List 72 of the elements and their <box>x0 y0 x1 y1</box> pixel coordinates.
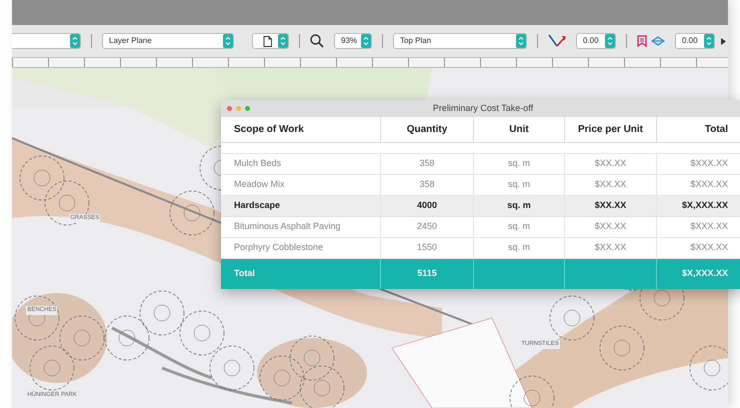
tree-symbol <box>20 156 64 200</box>
table-cell-text: 1550 <box>416 241 438 254</box>
table-cell-text: $XXX.XX <box>690 241 728 254</box>
table-cell-text: 4000 <box>416 199 438 212</box>
table-cell-text: $X,XXX.XX <box>682 267 728 280</box>
column-header[interactable]: Scope of Work <box>221 117 381 142</box>
table-cell-text: $XXX.XX <box>690 220 728 234</box>
offset-field[interactable]: 0.00 <box>675 33 715 49</box>
column-header[interactable]: Quantity <box>381 117 474 142</box>
table-cell-text: $XX.XX <box>594 199 626 212</box>
table-cell-text: $X,XXX.XX <box>682 199 728 212</box>
minimize-button[interactable] <box>236 106 241 111</box>
table-cell-text: sq. m <box>508 241 530 254</box>
table-cell-text: $XX.XX <box>594 157 626 170</box>
table-cell-text: 5115 <box>417 267 437 280</box>
tree-symbol <box>550 296 594 340</box>
shape-icon[interactable] <box>637 35 647 47</box>
tree-symbol <box>30 346 74 390</box>
table-cell-text: Mulch Beds <box>234 157 282 170</box>
table-cell-text: 2450 <box>416 220 438 234</box>
tree-symbol <box>290 336 334 380</box>
table-cell-text: Bituminous Asphalt Paving <box>234 220 341 234</box>
stepper-icon[interactable] <box>605 34 615 48</box>
column-header[interactable]: Unit <box>474 117 565 142</box>
tree-symbol <box>690 346 728 390</box>
table-cell-text: $XXX.XX <box>690 157 728 170</box>
page-select[interactable] <box>252 33 289 49</box>
tree-symbol <box>300 366 344 408</box>
tree-symbol <box>104 316 150 360</box>
table-cell-text: sq. m <box>508 157 530 170</box>
tree-symbol <box>170 190 214 236</box>
more-arrow-icon[interactable] <box>721 38 726 44</box>
stepper-icon[interactable] <box>278 34 288 48</box>
table-cell-text: $XX.XX <box>594 241 626 254</box>
column-header[interactable]: Price per Unit <box>565 117 657 142</box>
plane-icon[interactable] <box>651 36 665 46</box>
stepper-icon[interactable] <box>223 34 233 48</box>
table-cell-text: sq. m <box>507 199 531 212</box>
tree-symbol <box>510 376 554 408</box>
window-title: Preliminary Cost Take-off <box>432 102 534 115</box>
stepper-icon[interactable] <box>516 34 526 48</box>
stepper-icon[interactable] <box>70 34 80 48</box>
stepper-icon[interactable] <box>361 34 371 48</box>
class-select[interactable] <box>12 33 81 49</box>
table-cell-text: Hardscape <box>234 199 280 212</box>
tree-symbol <box>600 326 644 370</box>
table-cell-text: 358 <box>419 157 435 170</box>
table-cell-text: Porphyry Cobblestone <box>234 241 324 254</box>
table-cell-text: Meadow Mix <box>234 178 285 192</box>
table-cell-text: sq. m <box>508 220 530 234</box>
close-button[interactable] <box>227 106 232 111</box>
table-cell-text: $XXX.XX <box>690 178 728 192</box>
axes-icon[interactable] <box>548 34 566 48</box>
table-cell-text: $XX.XX <box>594 220 626 234</box>
table-cell-text: $XX.XX <box>594 178 626 192</box>
table-cell-text: 358 <box>419 178 435 192</box>
tree-symbol <box>180 310 224 356</box>
document-icon <box>263 36 272 46</box>
column-header[interactable]: Total <box>657 117 740 142</box>
view-select[interactable]: Top Plan <box>393 33 527 49</box>
table-cell-text: Total <box>234 267 255 280</box>
rotation-field[interactable]: 0.00 <box>576 33 616 49</box>
zoom-button[interactable] <box>245 106 250 111</box>
table-cell-text: sq. m <box>508 178 530 192</box>
stepper-icon[interactable] <box>704 34 714 48</box>
tree-symbol <box>210 346 254 390</box>
tree-symbol <box>140 290 184 336</box>
tree-symbol <box>60 316 104 360</box>
search-icon[interactable] <box>310 34 324 48</box>
tree-symbol <box>260 356 304 400</box>
layer-select[interactable]: Layer Plane <box>102 33 234 49</box>
zoom-field[interactable]: 93% <box>334 33 372 49</box>
